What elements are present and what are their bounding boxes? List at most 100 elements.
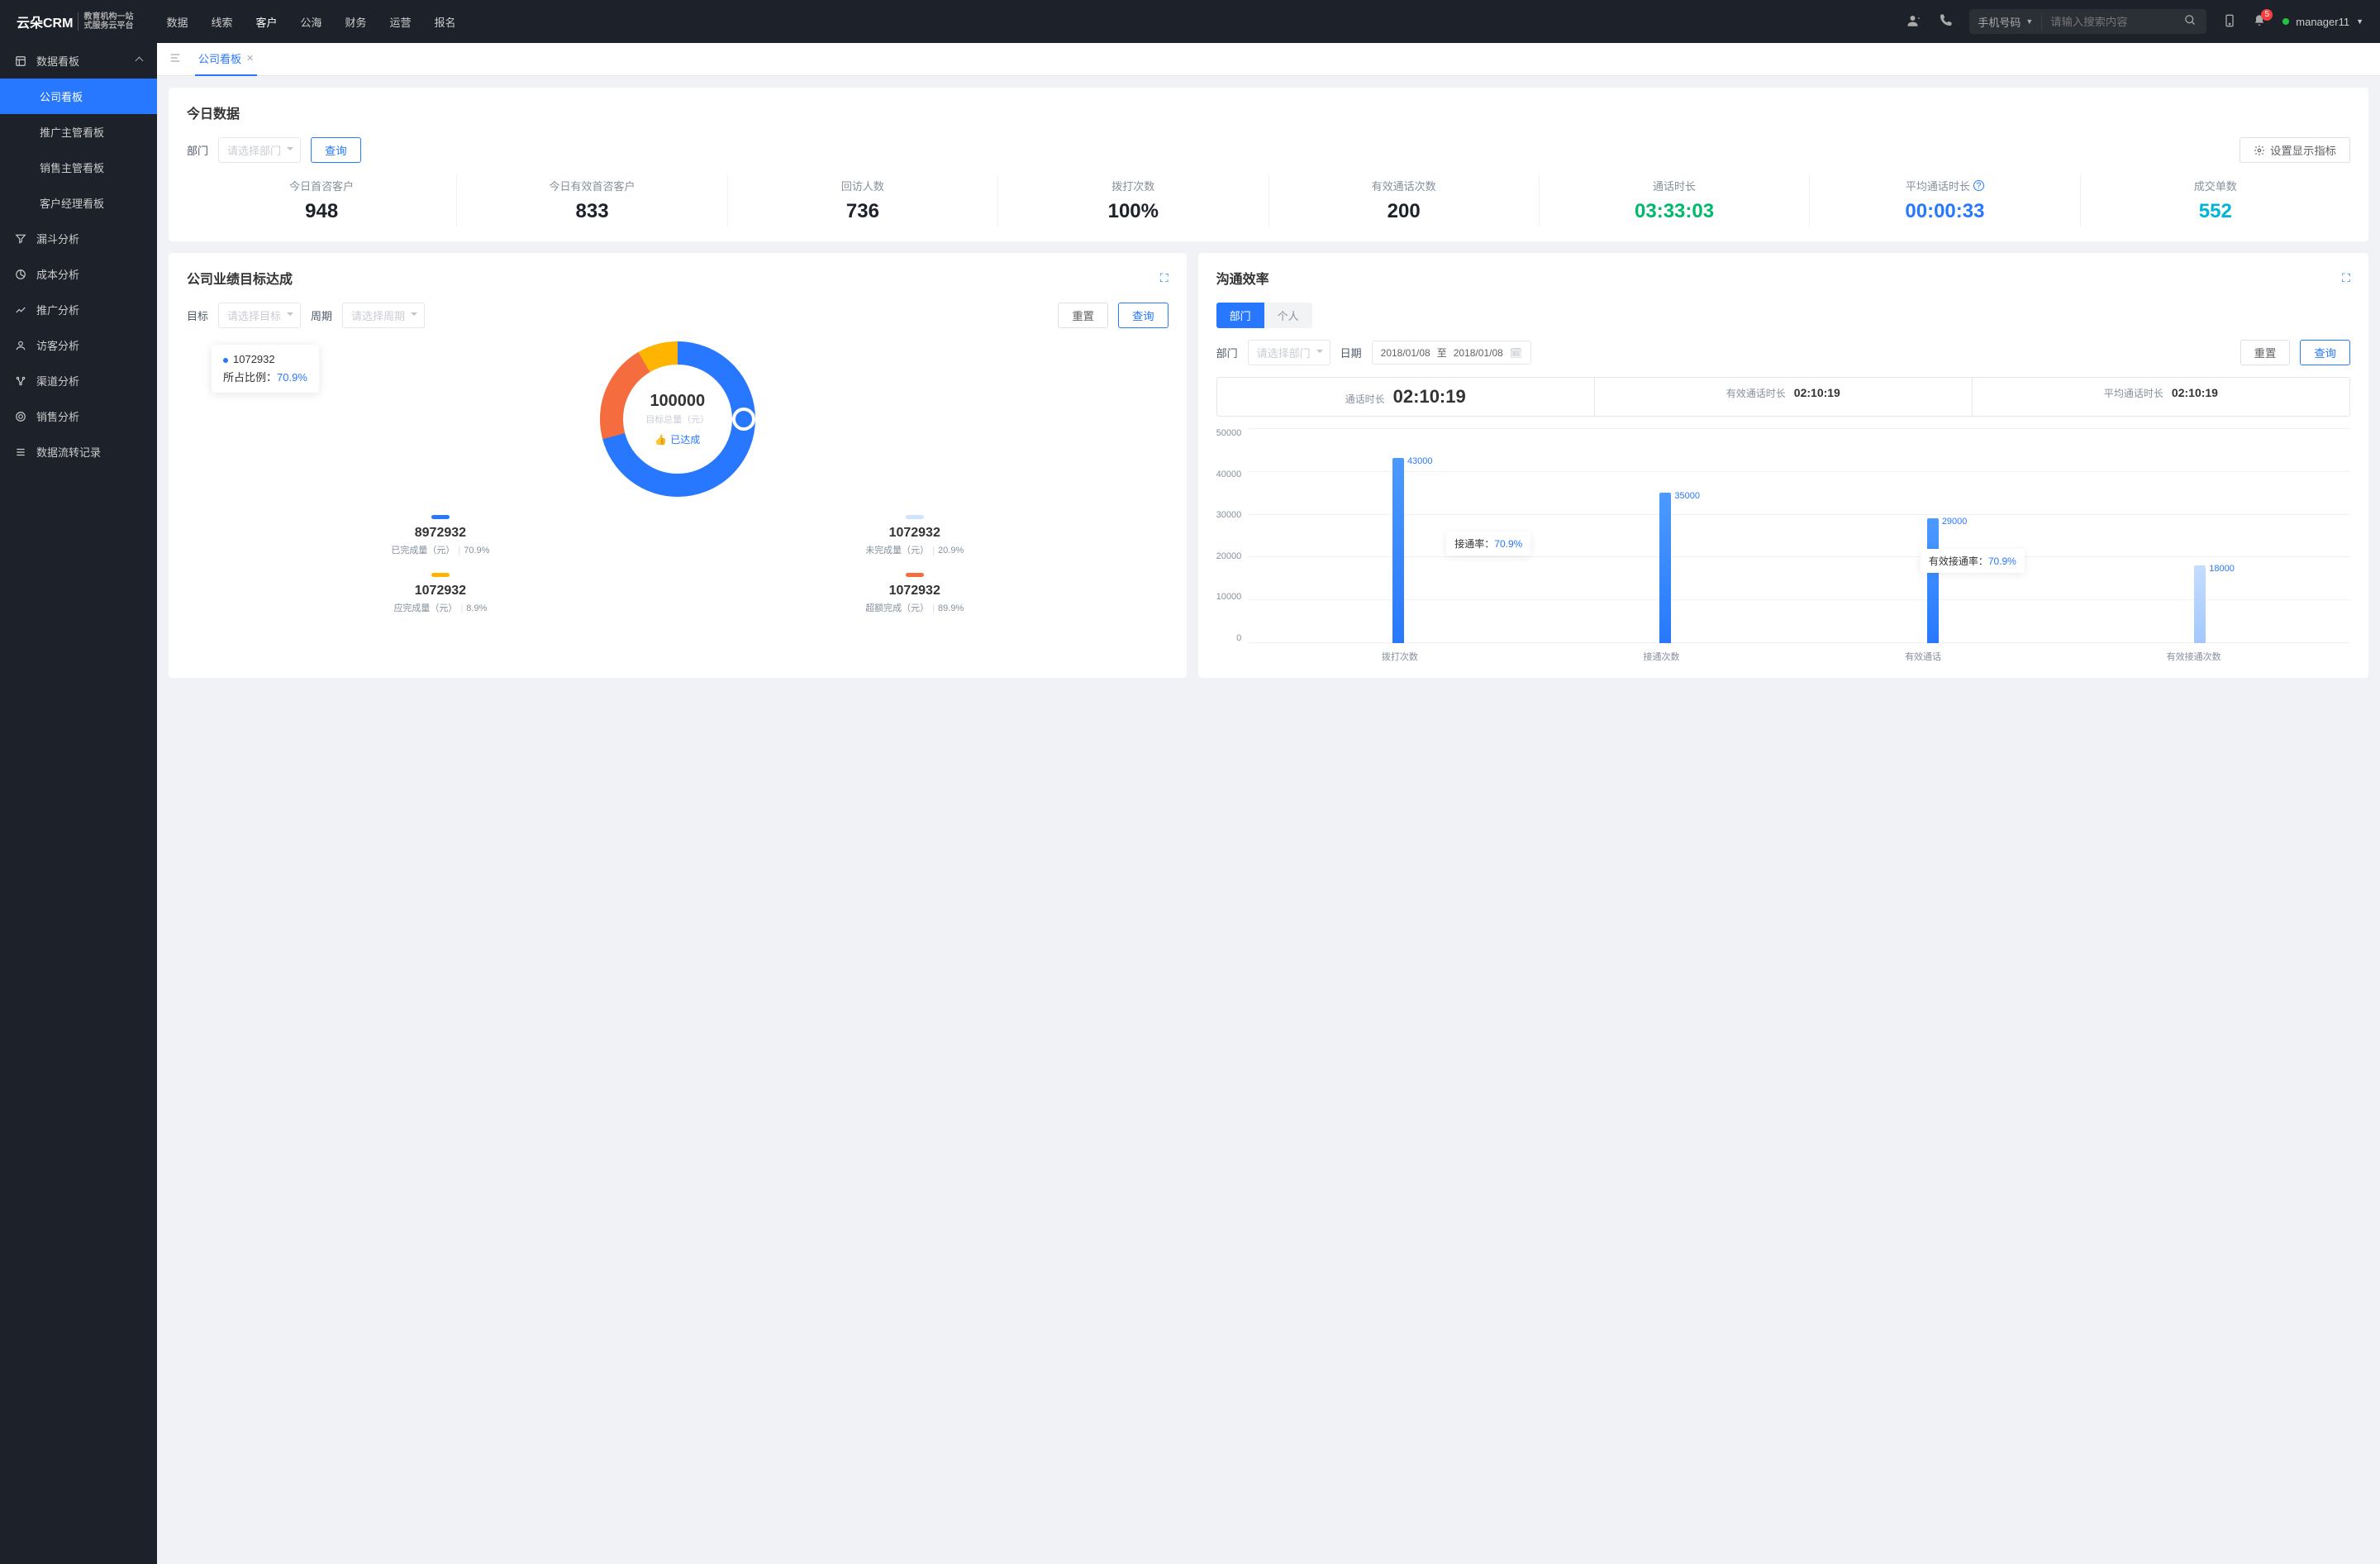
add-user-icon[interactable] [1906, 13, 1921, 31]
logo-subtitle: 教育机构一站 式服务云平台 [78, 12, 133, 31]
legend-item: 8972932已完成量（元）|70.9% [220, 515, 661, 556]
sidebar-item-sales[interactable]: 销售分析 [0, 398, 157, 434]
settings-indicators-button[interactable]: 设置显示指标 [2240, 137, 2350, 163]
user-icon [15, 340, 28, 351]
annotation-connect-rate: 接通率：70.9% [1446, 532, 1530, 556]
sidebar-group-dashboard[interactable]: 数据看板 [0, 43, 157, 79]
main-content: 公司看板 ✕ 今日数据 部门 请选择部门 查询 设置显示指标 [157, 43, 2380, 1564]
stats-row: 今日首咨客户948今日有效首咨客户833回访人数736拨打次数100%有效通话次… [187, 174, 2350, 226]
logo-text: 云朵CRM [17, 12, 73, 31]
goal-title: 公司业绩目标达成 [187, 268, 293, 288]
sidebar: 数据看板 公司看板 推广主管看板 销售主管看板 客户经理看板 漏斗分析 成本分析… [0, 43, 157, 1564]
stat-item: 拨打次数100% [998, 174, 1269, 226]
user-name: manager11 [2296, 16, 2349, 28]
bar: 18000 [2194, 565, 2206, 643]
period-label: 周期 [311, 308, 332, 323]
sidebar-sub-company[interactable]: 公司看板 [0, 79, 157, 114]
nav-customers[interactable]: 客户 [255, 14, 277, 30]
sidebar-sub-manager[interactable]: 客户经理看板 [0, 185, 157, 221]
durations-row: 通话时长02:10:19有效通话时长02:10:19平均通话时长02:10:19 [1216, 377, 2350, 417]
comm-card: 沟通效率 ⛶ 部门 个人 部门 请选择部门 日期 2018/01/08 至 [1198, 253, 2368, 678]
today-data-card: 今日数据 部门 请选择部门 查询 设置显示指标 今日首咨客户948今日有效首咨客… [169, 88, 2368, 241]
gear-icon [2254, 145, 2265, 156]
nav-leads[interactable]: 线索 [211, 14, 232, 30]
stat-item: 有效通话次数200 [1269, 174, 1540, 226]
date-range-picker[interactable]: 2018/01/08 至 2018/01/08 🗓 [1372, 341, 1531, 365]
seg-person[interactable]: 个人 [1264, 303, 1312, 328]
query-button[interactable]: 查询 [311, 137, 361, 163]
bar: 43000 [1392, 458, 1404, 643]
search-input[interactable] [2042, 16, 2174, 28]
bell-icon[interactable]: 5 [2253, 14, 2266, 30]
donut-chart: 1072932 所占比例：70.9% 100000 目标总量（ [187, 336, 1169, 502]
comm-query-button[interactable]: 查询 [2300, 340, 2350, 365]
status-dot [2282, 18, 2289, 25]
info-icon[interactable]: ? [1973, 180, 1984, 191]
trend-icon [15, 304, 28, 316]
duration-cell: 通话时长02:10:19 [1217, 378, 1595, 416]
annotation-effective-rate: 有效接通率：70.9% [1921, 549, 2025, 573]
header-right: 手机号码 ▼ 5 manager11 ▼ [1906, 9, 2363, 34]
funnel-icon [15, 233, 28, 245]
bar: 35000 [1659, 493, 1671, 643]
phone-icon[interactable] [1938, 13, 1953, 31]
sidebar-item-funnel[interactable]: 漏斗分析 [0, 221, 157, 256]
user-menu[interactable]: manager11 ▼ [2282, 16, 2363, 28]
plot-area: 43000 35000 29000 18000 接通率：70.9% 有效接通率：70.… [1248, 428, 2350, 643]
today-filter: 部门 请选择部门 查询 [187, 137, 361, 163]
donut-tooltip: 1072932 所占比例：70.9% [212, 345, 319, 393]
stat-item: 成交单数552 [2081, 174, 2350, 226]
target-icon [15, 411, 28, 422]
nav-finance[interactable]: 财务 [345, 14, 367, 30]
sidebar-item-promo[interactable]: 推广分析 [0, 292, 157, 327]
list-icon [15, 446, 28, 458]
dept-select[interactable]: 请选择部门 [218, 137, 301, 163]
today-title: 今日数据 [187, 103, 2350, 122]
top-header: 云朵CRM 教育机构一站 式服务云平台 数据 线索 客户 公海 财务 运营 报名… [0, 0, 2380, 43]
close-icon[interactable]: ✕ [246, 53, 254, 64]
sidebar-item-visitor[interactable]: 访客分析 [0, 327, 157, 363]
mobile-icon[interactable] [2223, 14, 2236, 30]
comm-dept-select[interactable]: 请选择部门 [1248, 340, 1330, 365]
stat-item: 平均通话时长?00:00:33 [1810, 174, 2080, 226]
nav-ops[interactable]: 运营 [390, 14, 412, 30]
fullscreen-icon[interactable]: ⛶ [1160, 271, 1169, 285]
hamburger-icon[interactable] [169, 51, 182, 67]
thumbs-up-icon: 👍 [654, 434, 667, 446]
goal-query-button[interactable]: 查询 [1118, 303, 1169, 328]
sidebar-item-flow[interactable]: 数据流转记录 [0, 434, 157, 470]
channel-icon [15, 375, 28, 387]
bar-chart: 50000400003000020000100000 43000 35000 290… [1216, 428, 2350, 643]
comm-reset-button[interactable]: 重置 [2240, 340, 2291, 365]
target-select[interactable]: 请选择目标 [218, 303, 301, 328]
segment-group: 部门 个人 [1216, 303, 1312, 328]
stat-item: 回访人数736 [728, 174, 998, 226]
pie-icon [15, 269, 28, 280]
y-axis: 50000400003000020000100000 [1216, 428, 1249, 643]
sidebar-item-channel[interactable]: 渠道分析 [0, 363, 157, 398]
reset-button[interactable]: 重置 [1058, 303, 1108, 328]
bars-area: 43000 35000 29000 18000 [1248, 428, 2350, 643]
goal-legend: 8972932已完成量（元）|70.9% 1072932未完成量（元）|20.9%… [187, 510, 1169, 614]
stat-item: 通话时长03:33:03 [1540, 174, 1810, 226]
duration-cell: 有效通话时长02:10:19 [1595, 378, 1973, 416]
nav-data[interactable]: 数据 [166, 14, 188, 30]
sidebar-sub-promo[interactable]: 推广主管看板 [0, 114, 157, 150]
nav-signup[interactable]: 报名 [435, 14, 456, 30]
sidebar-sub-sales[interactable]: 销售主管看板 [0, 150, 157, 185]
legend-item: 1072932未完成量（元）|20.9% [694, 515, 1135, 556]
seg-dept[interactable]: 部门 [1216, 303, 1264, 328]
target-label: 目标 [187, 308, 208, 323]
legend-item: 1072932应完成量（元）|8.9% [220, 573, 661, 614]
top-nav: 数据 线索 客户 公海 财务 运营 报名 [166, 14, 455, 30]
search-type-select[interactable]: 手机号码 ▼ [1969, 14, 2042, 30]
stat-item: 今日首咨客户948 [187, 174, 457, 226]
period-select[interactable]: 请选择周期 [342, 303, 425, 328]
comm-title: 沟通效率 [1216, 268, 1269, 288]
tab-company-board[interactable]: 公司看板 ✕ [195, 43, 257, 76]
fullscreen-icon[interactable]: ⛶ [2342, 271, 2350, 285]
nav-pool[interactable]: 公海 [301, 14, 322, 30]
bar: 29000 [1927, 518, 1939, 643]
sidebar-item-cost[interactable]: 成本分析 [0, 256, 157, 292]
search-button[interactable] [2174, 14, 2206, 29]
